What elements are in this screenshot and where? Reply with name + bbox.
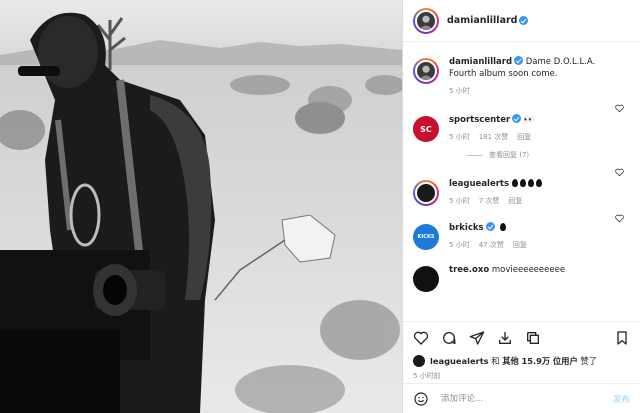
instagram-post: damianlillard damianlillard Dame D.O.L.L… xyxy=(0,0,640,413)
copy-icon[interactable] xyxy=(525,330,541,346)
comment-avatar[interactable] xyxy=(413,266,439,292)
verified-badge-icon xyxy=(485,222,495,231)
heart-icon[interactable] xyxy=(615,168,624,177)
author-avatar[interactable] xyxy=(413,7,439,34)
drop-emoji-icon xyxy=(519,179,526,187)
comment-text: brkicks xyxy=(449,222,630,234)
post-timestamp[interactable]: 5 小时前 xyxy=(403,369,640,383)
likes-suffix[interactable]: 位用户 xyxy=(553,355,578,367)
likes-action: 赞了 xyxy=(580,356,598,366)
comment-row: SC sportscenter 👀 5 小时 181 次赞 回复 xyxy=(403,96,640,142)
comment-username[interactable]: brkicks xyxy=(449,223,484,233)
like-heart-icon[interactable] xyxy=(413,330,429,346)
reply-button[interactable]: 回复 xyxy=(513,240,527,250)
comment-content: 👀 xyxy=(523,115,535,125)
comment-content: movieeeeeeeeee xyxy=(491,265,566,275)
caption-line2: Fourth album soon come. xyxy=(449,69,558,79)
comment-bubble-icon[interactable] xyxy=(441,330,457,346)
view-replies-link[interactable]: 查看回复 (7) xyxy=(467,150,640,160)
action-bar xyxy=(403,321,640,353)
comment-likes[interactable]: 47 次赞 xyxy=(479,240,504,250)
comment-input[interactable] xyxy=(441,393,613,404)
likes-conj: 和 xyxy=(491,356,500,366)
likes-others-label[interactable]: 其他 xyxy=(502,355,519,367)
caption-time[interactable]: 5 小时 xyxy=(449,86,470,96)
comment-row: leaguealerts 5 小时 7 次赞 回复 xyxy=(403,160,640,206)
comment-text: sportscenter 👀 xyxy=(449,114,630,126)
caption-text: damianlillard Dame D.O.L.L.A. Fourth alb… xyxy=(449,56,630,80)
heart-icon[interactable] xyxy=(615,104,624,113)
comment-time[interactable]: 5 小时 xyxy=(449,132,470,142)
heart-icon[interactable] xyxy=(615,214,624,223)
post-sidebar: damianlillard damianlillard Dame D.O.L.L… xyxy=(402,0,640,413)
comment-avatar[interactable]: SC xyxy=(413,116,439,142)
comment-avatar-label: SC xyxy=(420,124,432,134)
reply-button[interactable]: 回复 xyxy=(508,196,522,206)
comment-likes[interactable]: 181 次赞 xyxy=(479,132,509,142)
comment-text: leaguealerts xyxy=(449,178,630,190)
caption-avatar[interactable] xyxy=(413,58,439,84)
drop-emoji-icon xyxy=(511,179,518,187)
comment-likes[interactable]: 7 次赞 xyxy=(479,196,500,206)
drop-emoji-icon xyxy=(500,223,507,231)
drop-emoji-icon xyxy=(535,179,542,187)
post-comment-button[interactable]: 发布 xyxy=(613,393,630,405)
likes-count[interactable]: 15.9万 xyxy=(521,355,550,367)
comment-avatar[interactable] xyxy=(413,180,439,206)
verified-badge-icon xyxy=(519,16,529,25)
comment-row: KICKS brkicks 5 小时 47 次赞 回复 xyxy=(403,206,640,250)
bookmark-icon[interactable] xyxy=(614,330,630,346)
comment-text: tree.oxo movieeeeeeeeee xyxy=(449,264,630,276)
comment-username[interactable]: tree.oxo xyxy=(449,265,489,275)
comment-avatar[interactable]: KICKS xyxy=(413,224,439,250)
photo-black-white-desert-camera xyxy=(0,0,402,413)
emoji-smile-icon[interactable] xyxy=(413,391,429,407)
download-icon[interactable] xyxy=(497,330,513,346)
comment-username[interactable]: leaguealerts xyxy=(449,179,509,189)
comments-list[interactable]: damianlillard Dame D.O.L.L.A. Fourth alb… xyxy=(403,42,640,321)
author-username[interactable]: damianlillard xyxy=(447,15,517,26)
comment-row: tree.oxo movieeeeeeeeee xyxy=(403,250,640,292)
liker-avatar[interactable] xyxy=(413,355,425,367)
comment-username[interactable]: sportscenter xyxy=(449,115,510,125)
post-header: damianlillard xyxy=(403,0,640,42)
caption-line1: Dame D.O.L.L.A. xyxy=(525,57,596,67)
post-photo[interactable] xyxy=(0,0,402,413)
likes-summary: leaguealerts 和 其他 15.9万 位用户 赞了 xyxy=(403,353,640,369)
share-send-icon[interactable] xyxy=(469,330,485,346)
comment-time[interactable]: 5 小时 xyxy=(449,196,470,206)
drop-emoji-icon xyxy=(527,179,534,187)
verified-badge-icon xyxy=(512,114,522,123)
verified-badge-icon xyxy=(514,56,524,65)
caption: damianlillard Dame D.O.L.L.A. Fourth alb… xyxy=(403,42,640,96)
reply-button[interactable]: 回复 xyxy=(517,132,531,142)
add-comment-bar: 发布 xyxy=(403,383,640,413)
comment-time[interactable]: 5 小时 xyxy=(449,240,470,250)
liker-username[interactable]: leaguealerts xyxy=(430,356,489,366)
caption-username[interactable]: damianlillard xyxy=(449,57,512,67)
comment-avatar-label: KICKS xyxy=(417,234,435,240)
